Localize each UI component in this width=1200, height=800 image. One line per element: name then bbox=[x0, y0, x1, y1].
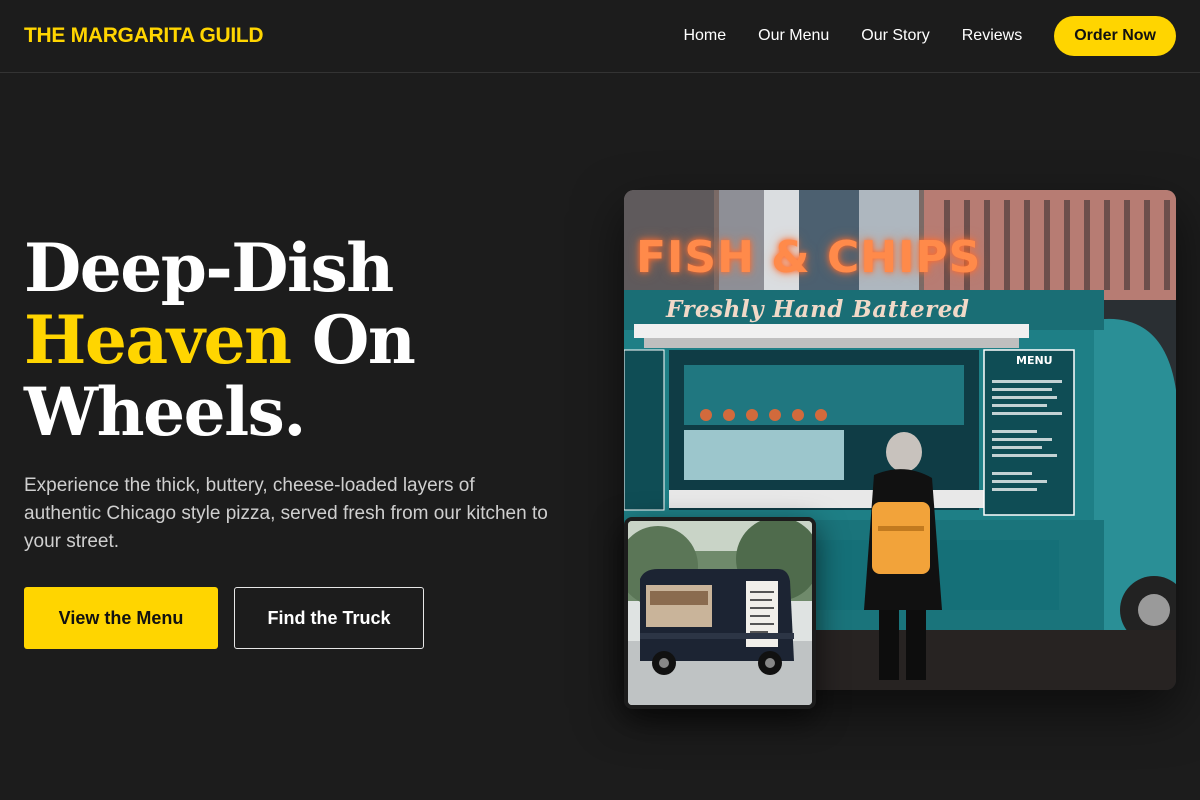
hero-subtitle: Experience the thick, buttery, cheese-lo… bbox=[24, 475, 548, 552]
view-menu-button[interactable]: View the Menu bbox=[24, 587, 218, 649]
nav-link-our-story[interactable]: Our Story bbox=[861, 27, 929, 45]
nav-link-home[interactable]: Home bbox=[683, 27, 726, 45]
food-van-illustration bbox=[628, 521, 812, 705]
brand-logo[interactable]: THE MARGARITA GUILD bbox=[24, 24, 264, 48]
hero-title-line1: Deep-Dish bbox=[24, 229, 394, 307]
hero-title-rest: On bbox=[290, 301, 416, 379]
hero-title-line3: Wheels. bbox=[24, 373, 306, 451]
nav-link-reviews[interactable]: Reviews bbox=[962, 27, 1022, 45]
order-now-button[interactable]: Order Now bbox=[1054, 16, 1176, 56]
hero-title: Deep-Dish Heaven On Wheels. bbox=[24, 232, 584, 448]
fish-chips-sign: FISH & CHIPS bbox=[636, 232, 982, 283]
menu-board-label: MENU bbox=[1016, 354, 1053, 367]
hero-title-accent: Heaven bbox=[24, 301, 292, 379]
food-van-photo bbox=[624, 517, 816, 709]
hand-battered-sign: Freshly Hand Battered bbox=[666, 296, 970, 323]
find-truck-button[interactable]: Find the Truck bbox=[234, 587, 424, 649]
nav-link-our-menu[interactable]: Our Menu bbox=[758, 27, 829, 45]
nav-links: Home Our Menu Our Story Reviews Order No… bbox=[683, 16, 1176, 56]
top-nav: THE MARGARITA GUILD Home Our Menu Our St… bbox=[0, 0, 1200, 73]
